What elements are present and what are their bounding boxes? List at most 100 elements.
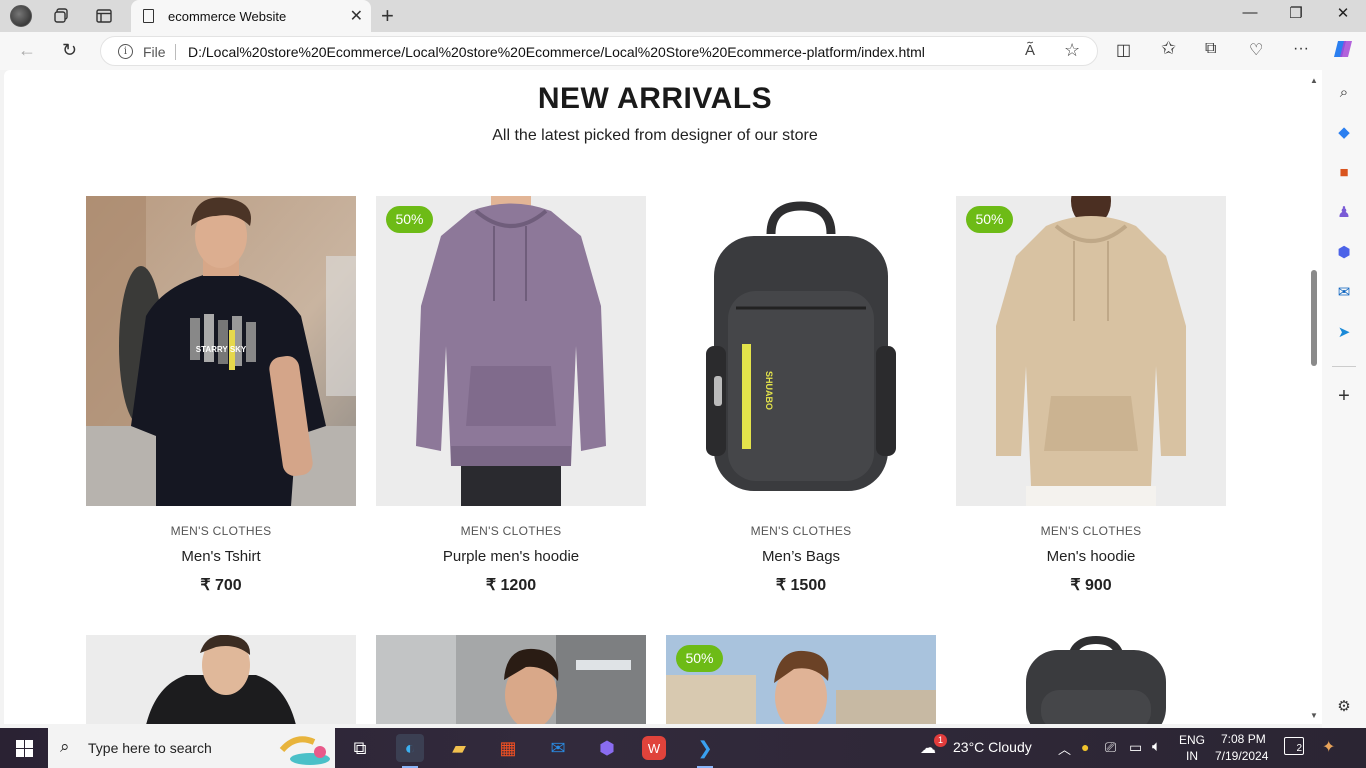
outlook-icon[interactable]: ✉ xyxy=(1334,282,1354,302)
product-card[interactable] xyxy=(956,635,1226,724)
product-image-model-portrait[interactable] xyxy=(376,635,646,724)
bag-brand-text: SHUABO xyxy=(764,371,774,410)
protocol-label: File xyxy=(143,44,166,60)
product-price: ₹ 900 xyxy=(1070,577,1112,594)
task-view-icon[interactable]: ⧉ xyxy=(346,734,374,762)
volume-icon[interactable]: 🔈︎ xyxy=(1152,738,1161,755)
language-label[interactable]: ENG xyxy=(1179,733,1205,747)
scroll-down-arrow-icon[interactable]: ▼ xyxy=(1310,711,1318,720)
more-menu-icon[interactable]: ··· xyxy=(1293,40,1309,58)
copilot-icon[interactable] xyxy=(1332,38,1354,65)
weather-alert-badge: 1 xyxy=(934,734,947,747)
discount-badge: 50% xyxy=(966,206,1013,233)
search-placeholder: Type here to search xyxy=(88,740,212,756)
wps-office-icon[interactable]: W xyxy=(642,736,666,760)
copilot-app-icon[interactable]: ⬢ xyxy=(593,734,621,762)
clock-time[interactable]: 7:08 PM xyxy=(1221,732,1266,746)
collections-icon[interactable]: ⧉ xyxy=(1205,40,1216,58)
product-image-black-hoodie[interactable] xyxy=(86,635,356,724)
page-viewport: NEW ARRIVALS All the latest picked from … xyxy=(4,70,1306,724)
search-highlight-icon xyxy=(276,732,332,766)
product-card[interactable] xyxy=(86,635,356,724)
url-text[interactable]: D:/Local%20store%20Ecommerce/Local%20sto… xyxy=(188,44,925,60)
tools-icon[interactable]: ■ xyxy=(1334,162,1354,182)
tray-app-icon[interactable]: ● xyxy=(1081,739,1089,755)
battery-icon[interactable]: ▭ xyxy=(1129,739,1142,756)
product-image-tshirt[interactable]: STARRY SKY xyxy=(86,196,356,506)
sidebar-divider xyxy=(1332,366,1356,367)
close-tab-icon[interactable]: ✕ xyxy=(350,6,363,26)
product-name[interactable]: Men's hoodie xyxy=(956,548,1226,565)
weather-text[interactable]: 23°C Cloudy xyxy=(953,739,1032,755)
shopping-tag-icon[interactable]: ◆ xyxy=(1334,122,1354,142)
settings-gear-icon[interactable]: ⚙ xyxy=(1334,696,1354,716)
microsoft365-icon[interactable]: ⬢ xyxy=(1334,242,1354,262)
product-name[interactable]: Men’s Bags xyxy=(666,548,936,565)
edge-taskbar-icon[interactable]: ◐ xyxy=(396,734,424,762)
product-image-purple-hoodie[interactable]: 50% xyxy=(376,196,646,506)
meet-icon[interactable]: ⎚ xyxy=(1105,739,1116,756)
product-image-outdoor-model[interactable]: 50% xyxy=(666,635,936,724)
notification-center-icon[interactable]: 2 xyxy=(1284,737,1304,755)
favorites-icon[interactable]: ✩ xyxy=(1161,38,1176,59)
product-image-beige-hoodie[interactable]: 50% xyxy=(956,196,1226,506)
refresh-icon[interactable]: ↻ xyxy=(62,40,77,61)
discount-badge: 50% xyxy=(386,206,433,233)
product-name[interactable]: Men's Tshirt xyxy=(86,548,356,565)
product-price: ₹ 700 xyxy=(200,577,242,594)
restore-button[interactable]: ❐ xyxy=(1273,4,1319,22)
product-image-bag-2[interactable] xyxy=(956,635,1226,724)
search-icon[interactable]: ⌕ xyxy=(1334,82,1354,102)
close-window-button[interactable]: ✕ xyxy=(1320,4,1366,22)
store-icon[interactable]: ▦ xyxy=(494,734,522,762)
info-icon[interactable]: i xyxy=(118,44,133,59)
browser-essentials-icon[interactable]: ♡ xyxy=(1249,40,1263,60)
search-icon: ⌕ xyxy=(60,737,70,756)
product-card[interactable]: 50% xyxy=(666,635,936,724)
scroll-up-arrow-icon[interactable]: ▲ xyxy=(1310,76,1318,85)
edge-sidebar: ⌕ ◆ ■ ♟ ⬢ ✉ ➤ + ⚙ xyxy=(1322,70,1366,728)
minimize-button[interactable]: — xyxy=(1227,4,1273,21)
active-tab[interactable]: ecommerce Website ✕ xyxy=(131,0,371,32)
drop-icon[interactable]: ➤ xyxy=(1334,322,1354,342)
address-bar[interactable]: i File D:/Local%20store%20Ecommerce/Loca… xyxy=(100,36,1098,66)
discount-badge: 50% xyxy=(676,645,723,672)
mail-icon[interactable]: ✉ xyxy=(544,734,572,762)
games-icon[interactable]: ♟ xyxy=(1334,202,1354,222)
tshirt-print-text: STARRY SKY xyxy=(196,345,247,354)
page-icon xyxy=(143,9,154,23)
file-explorer-icon[interactable]: ▰ xyxy=(445,734,473,762)
page-scrollbar[interactable]: ▲ ▼ xyxy=(1306,70,1322,724)
region-label: IN xyxy=(1186,749,1198,763)
product-card[interactable]: STARRY SKY MEN'S CLOTHES Men's Tshirt ₹ … xyxy=(86,196,356,595)
product-image-bag[interactable]: SHUABO xyxy=(666,196,936,506)
tab-title: ecommerce Website xyxy=(168,9,287,24)
profile-avatar[interactable] xyxy=(10,5,32,27)
product-price: ₹ 1200 xyxy=(485,577,537,594)
product-name[interactable]: Purple men's hoodie xyxy=(376,548,646,565)
tab-actions-icon[interactable] xyxy=(91,4,117,28)
taskbar-search[interactable]: ⌕ Type here to search xyxy=(48,728,335,768)
scroll-thumb[interactable] xyxy=(1311,270,1317,366)
clock-date[interactable]: 7/19/2024 xyxy=(1215,749,1268,763)
product-card[interactable] xyxy=(376,635,646,724)
split-screen-icon[interactable]: ◫ xyxy=(1116,40,1131,60)
copilot-tray-icon[interactable]: ✦ xyxy=(1322,737,1335,757)
product-category: MEN'S CLOTHES xyxy=(1040,524,1142,538)
read-aloud-icon[interactable]: A᷉ xyxy=(1025,42,1035,59)
workspaces-icon[interactable] xyxy=(49,4,75,28)
show-hidden-icons-chevron-icon[interactable]: ︿ xyxy=(1058,739,1071,758)
add-icon[interactable]: + xyxy=(1334,385,1354,407)
favorite-star-icon[interactable]: ☆ xyxy=(1064,40,1080,61)
product-price: ₹ 1500 xyxy=(775,577,827,594)
new-tab-button[interactable]: + xyxy=(381,3,394,29)
product-card[interactable]: 50% MEN'S CLOTHES Men's hoodie ₹ 900 xyxy=(956,196,1226,595)
windows-start-icon[interactable] xyxy=(16,740,33,757)
divider xyxy=(175,44,176,60)
product-category: MEN'S CLOTHES xyxy=(460,524,562,538)
back-arrow-icon[interactable]: ← xyxy=(18,40,36,61)
product-card[interactable]: 50% MEN'S CLOTHES Purple men's hoodie ₹ … xyxy=(376,196,646,595)
vscode-icon[interactable]: ❯ xyxy=(691,734,719,762)
product-card[interactable]: SHUABO MEN'S CLOTHES Men’s Bags ₹ 1500 xyxy=(666,196,936,595)
browser-toolbar: ← ↻ i File D:/Local%20store%20Ecommerce/… xyxy=(0,32,1366,70)
